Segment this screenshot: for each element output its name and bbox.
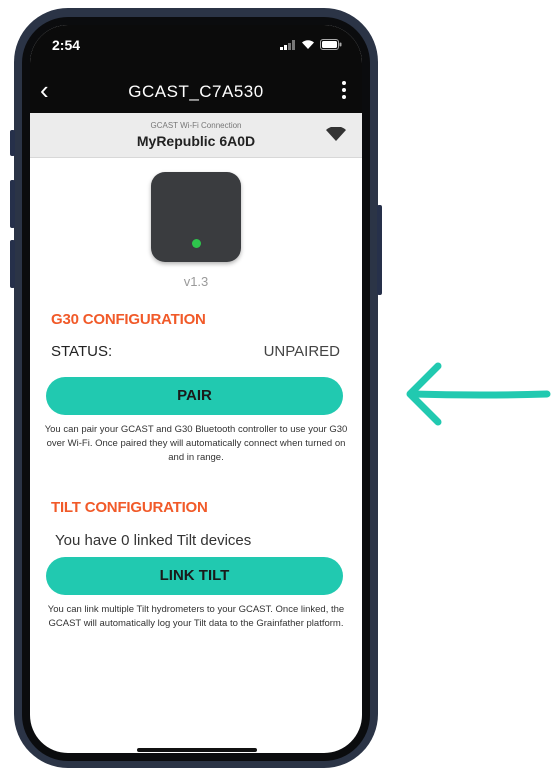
status-icons [280, 39, 342, 50]
g30-config-heading: G30 CONFIGURATION [51, 311, 206, 328]
side-button-power [377, 205, 382, 295]
side-button-mute [10, 130, 15, 156]
device-status-led [192, 239, 201, 248]
wifi-caption: GCAST Wi-Fi Connection [150, 121, 242, 130]
wifi-status-icon [302, 40, 314, 49]
status-bar: 2:54 [30, 25, 362, 71]
battery-icon [320, 39, 342, 50]
wifi-icon [326, 127, 346, 141]
tilt-count-text: You have 0 linked Tilt devices [55, 532, 252, 549]
more-vert-icon[interactable] [342, 81, 346, 102]
pointer-arrow-icon [406, 362, 551, 426]
status-value: UNPAIRED [263, 343, 340, 360]
tilt-config-heading: TILT CONFIGURATION [51, 499, 208, 516]
signal-icon [280, 39, 295, 50]
phone-screen: 2:54 ‹ GCAST_C7A530 GCAST Wi-Fi Connecti… [30, 25, 362, 753]
pair-help-text: You can pair your GCAST and G30 Bluetoot… [44, 424, 348, 463]
device-version: v1.3 [183, 274, 209, 289]
app-title: GCAST_C7A530 [128, 82, 264, 101]
side-button-volume-up [10, 180, 15, 228]
status-label: STATUS: [51, 343, 113, 360]
app-bar: ‹ GCAST_C7A530 [30, 71, 362, 113]
gcast-device-image [151, 172, 241, 262]
status-time: 2:54 [52, 37, 81, 53]
wifi-network-name: MyRepublic 6A0D [136, 133, 256, 149]
link-tilt-button[interactable]: LINK TILT [46, 557, 343, 595]
home-indicator[interactable] [137, 748, 257, 752]
pair-button[interactable]: PAIR [46, 377, 343, 415]
side-button-volume-down [10, 240, 15, 288]
tilt-help-text: You can link multiple Tilt hydrometers t… [47, 604, 345, 629]
wifi-connection-bar[interactable]: GCAST Wi-Fi Connection MyRepublic 6A0D [30, 113, 362, 158]
